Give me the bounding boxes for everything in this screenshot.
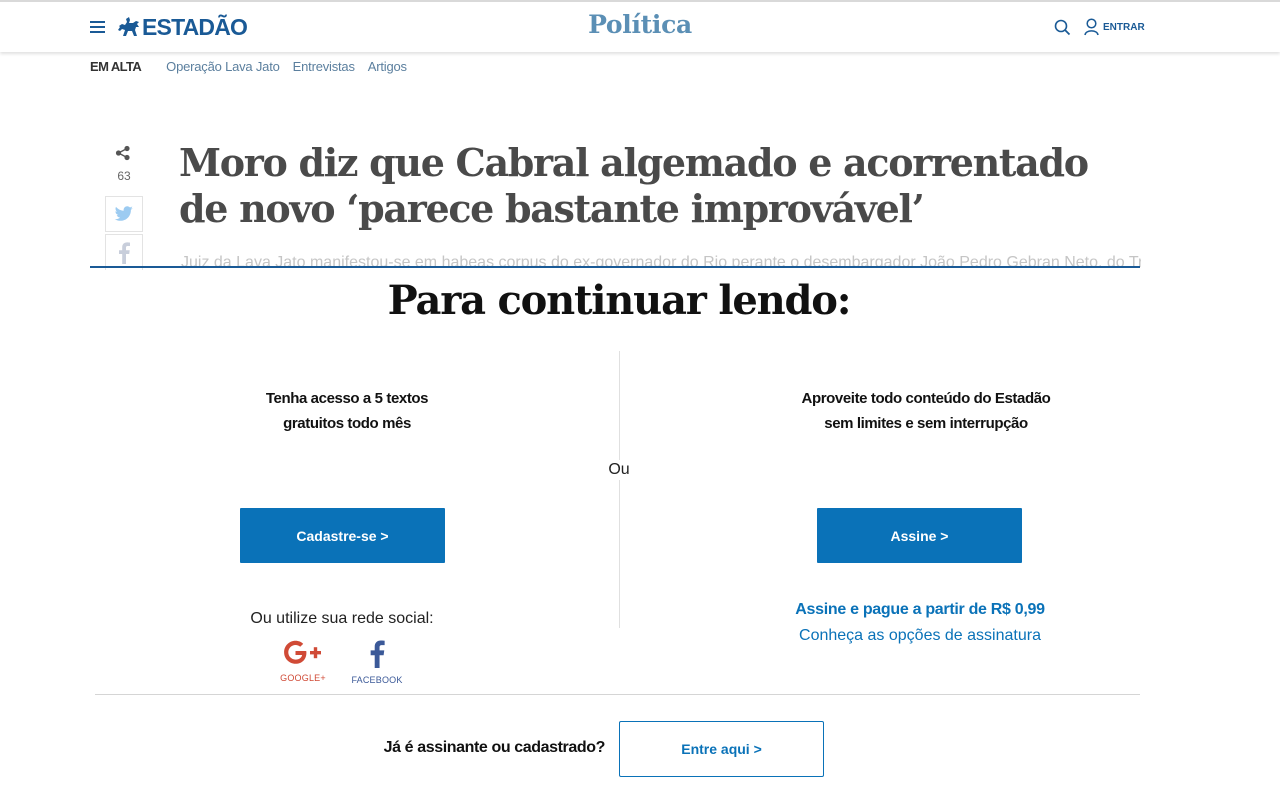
search-icon[interactable] xyxy=(1054,19,1071,36)
twitter-icon xyxy=(114,206,133,221)
column-divider xyxy=(619,351,620,628)
free-access-line-1: Tenha acesso a 5 textos xyxy=(265,390,429,407)
user-icon xyxy=(1084,18,1099,36)
trending-link-entrevistas[interactable]: Entrevistas xyxy=(293,59,355,74)
subscribe-button[interactable]: Assine > xyxy=(817,508,1022,563)
already-subscriber-text: Já é assinante ou cadastrado? xyxy=(383,739,606,756)
top-navigation-bar: ESTADÃO Política ENTRAR xyxy=(0,0,1280,52)
free-access-text: Tenha acesso a 5 textos gratuitos todo m… xyxy=(177,386,517,436)
free-access-line-2: gratuitos todo mês xyxy=(283,415,411,432)
subscription-price[interactable]: Assine e pague a partir de R$ 0,99 xyxy=(700,601,1140,619)
trending-label: EM ALTA xyxy=(90,58,142,74)
enter-here-button[interactable]: Entre aqui > xyxy=(619,721,824,777)
facebook-caption: FACEBOOK xyxy=(351,675,403,685)
login-label: ENTRAR xyxy=(1103,21,1145,33)
login-button[interactable]: ENTRAR xyxy=(1084,18,1145,36)
facebook-login-button[interactable]: FACEBOOK xyxy=(345,640,409,685)
google-plus-icon xyxy=(284,640,321,664)
google-login-button[interactable]: GOOGLE+ xyxy=(276,640,330,683)
signup-button[interactable]: Cadastre-se > xyxy=(240,508,445,563)
subscription-text: Aproveite todo conteúdo do Estadão sem l… xyxy=(756,386,1096,436)
or-label: Ou xyxy=(600,460,638,480)
paywall-title: Para continuar lendo: xyxy=(387,277,852,324)
share-count: 63 xyxy=(117,169,131,183)
share-facebook-button[interactable] xyxy=(105,234,143,270)
subscription-line-2: sem limites e sem interrupção xyxy=(824,415,1028,432)
trending-link-artigos[interactable]: Artigos xyxy=(368,59,407,74)
share-twitter-button[interactable] xyxy=(105,196,143,232)
paywall-top-rule xyxy=(90,266,1140,268)
facebook-icon xyxy=(119,241,130,264)
trending-link-lava-jato[interactable]: Operação Lava Jato xyxy=(166,59,280,74)
share-icon[interactable] xyxy=(115,145,131,161)
subscription-options-link[interactable]: Conheça as opções de assinatura xyxy=(700,627,1140,645)
article-headline: Moro diz que Cabral algemado e acorrenta… xyxy=(179,140,1089,231)
google-caption: GOOGLE+ xyxy=(280,673,326,683)
social-login-label: Ou utilize sua rede social: xyxy=(250,610,434,627)
subscription-line-1: Aproveite todo conteúdo do Estadão xyxy=(801,390,1051,407)
facebook-icon xyxy=(370,640,385,668)
trending-bar: EM ALTA Operação Lava Jato Entrevistas A… xyxy=(90,58,420,74)
footer-divider xyxy=(95,694,1140,695)
